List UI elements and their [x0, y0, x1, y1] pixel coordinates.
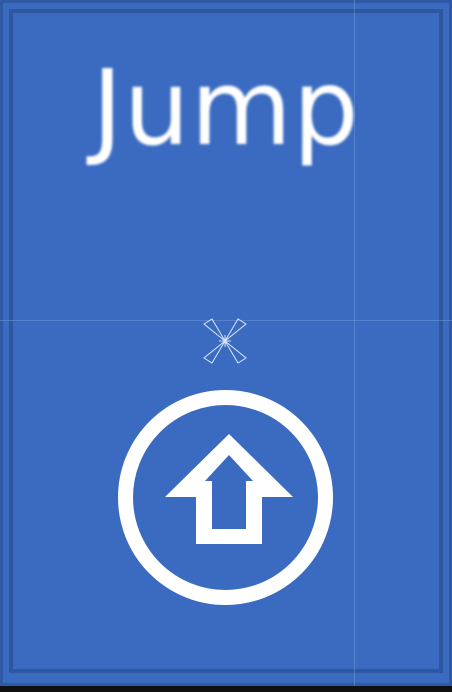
- bottom-strip: [0, 686, 452, 692]
- arrow-up-icon: [165, 434, 293, 544]
- button-circle: [118, 390, 333, 605]
- pivot-gizmo-icon[interactable]: [200, 316, 250, 366]
- jump-label: Jump: [92, 47, 360, 169]
- jump-button[interactable]: [117, 389, 334, 606]
